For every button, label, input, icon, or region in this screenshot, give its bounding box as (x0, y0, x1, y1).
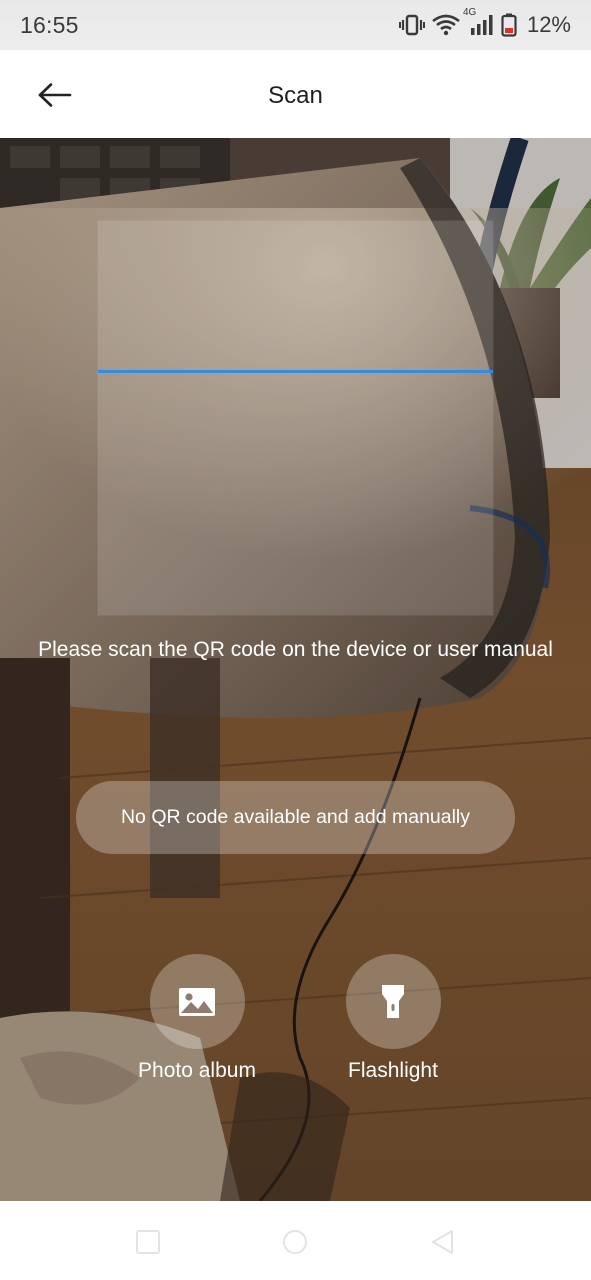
status-icons: 4G 12% (398, 7, 571, 40)
scan-frame (98, 221, 493, 615)
recents-button[interactable] (135, 1229, 161, 1255)
photo-album-label: Photo album (138, 1059, 256, 1082)
system-nav-bar (0, 1201, 591, 1280)
flashlight-icon (382, 984, 404, 1018)
photo-album-button[interactable]: Photo album (112, 954, 282, 1083)
system-back-button[interactable] (430, 1229, 456, 1255)
flashlight-circle[interactable] (345, 954, 441, 1049)
page-title: Scan (268, 82, 323, 109)
scan-screen: 16:55 4G 12% Scan Please scan the QR cod… (0, 0, 591, 1280)
scan-line (98, 370, 493, 373)
network-type-label: 4G (462, 7, 477, 18)
add-manually-button[interactable]: No QR code available and add manually (76, 781, 515, 854)
status-time: 16:55 (20, 12, 79, 38)
scan-instruction: Please scan the QR code on the device or… (38, 638, 553, 661)
battery-icon (501, 13, 517, 37)
camera-viewfinder: Please scan the QR code on the device or… (0, 138, 591, 1201)
battery-percent: 12% (526, 12, 571, 37)
image-icon (179, 987, 215, 1016)
app-header: Scan (0, 50, 591, 138)
cellular-signal-icon: 4G (463, 7, 495, 37)
home-button[interactable] (282, 1229, 308, 1255)
circle-icon (283, 1230, 307, 1254)
vibrate-icon (398, 14, 425, 36)
flashlight-button[interactable]: Flashlight (308, 954, 478, 1083)
photo-album-circle[interactable] (149, 954, 245, 1049)
square-icon (136, 1230, 160, 1254)
add-manually-label: No QR code available and add manually (120, 806, 471, 828)
status-bar: 16:55 4G 12% (0, 0, 591, 50)
triangle-back-icon (432, 1230, 453, 1254)
wifi-icon (431, 13, 461, 37)
flashlight-label: Flashlight (348, 1059, 438, 1082)
